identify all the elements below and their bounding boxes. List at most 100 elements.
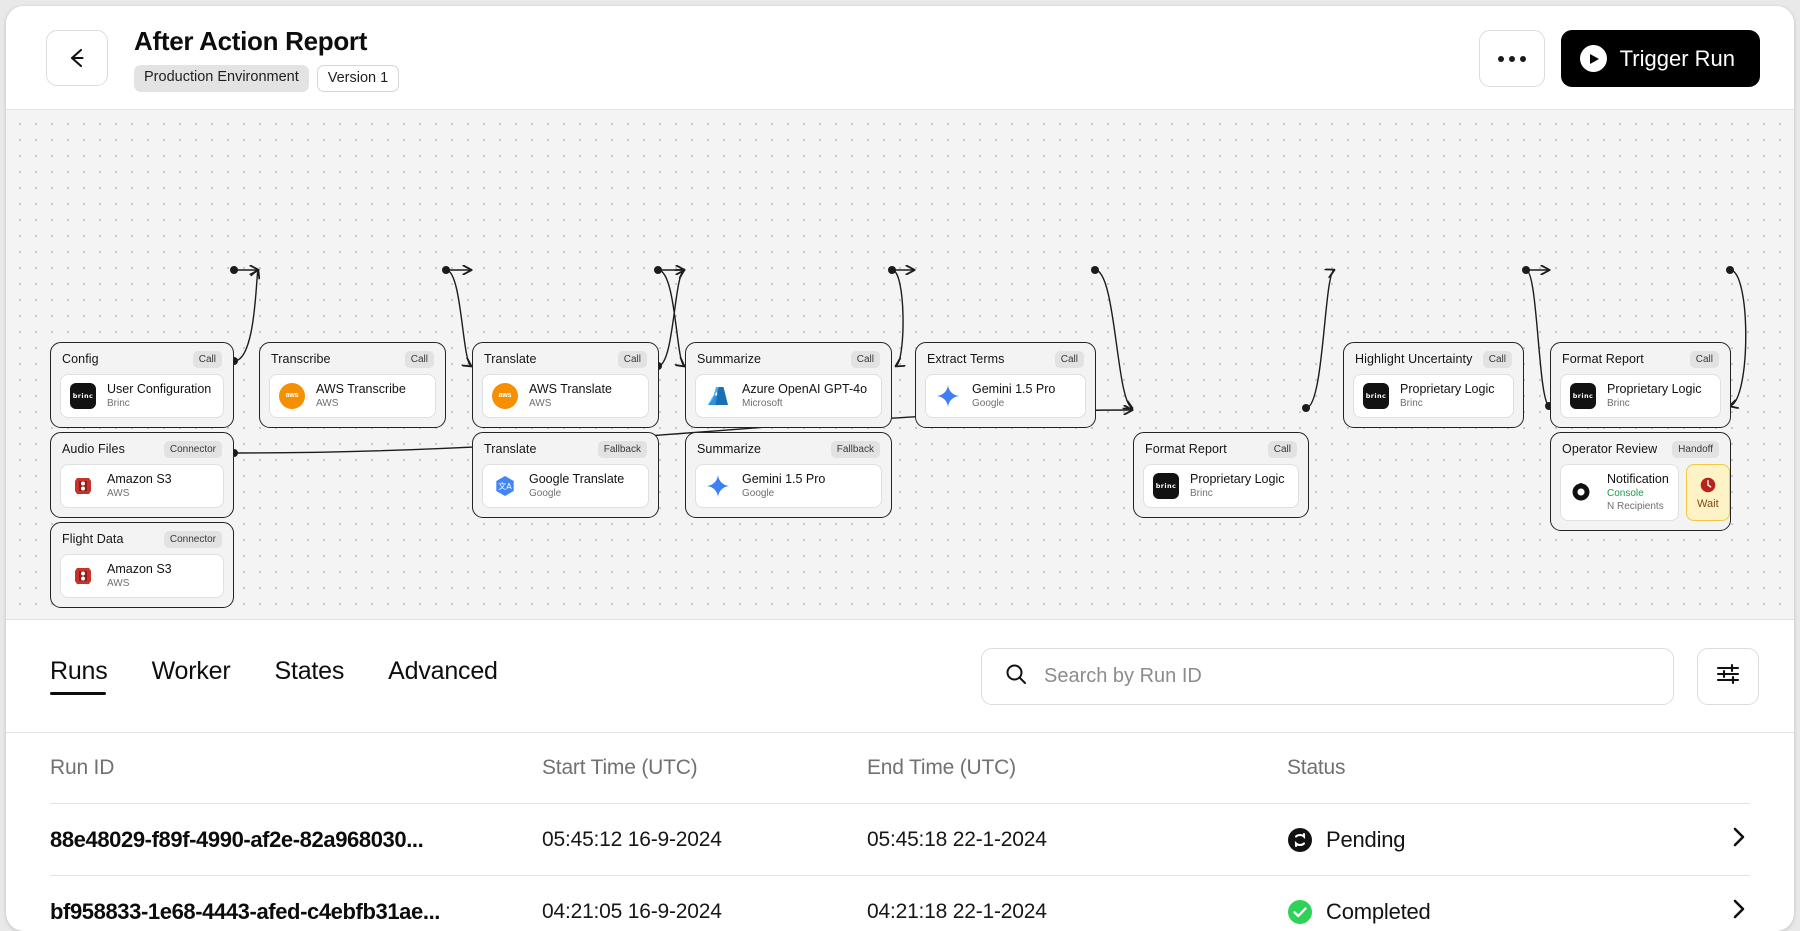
node-extract-terms[interactable]: Extract Terms Call Gemini 1.5 Pro Google <box>915 342 1096 428</box>
filter-button[interactable] <box>1697 648 1759 705</box>
card-subtitle-recipients: N Recipients <box>1607 501 1669 513</box>
node-config[interactable]: Config Call brinc User Configuration Bri… <box>50 342 234 428</box>
node-body: Notification Console N Recipients Wait <box>1560 464 1721 521</box>
node-card[interactable]: Azure OpenAI GPT-4o Microsoft <box>695 374 882 418</box>
node-tag: Fallback <box>598 441 647 458</box>
trigger-run-button[interactable]: Trigger Run <box>1561 30 1760 87</box>
node-tag: Connector <box>164 531 222 548</box>
node-card[interactable]: brinc Proprietary Logic Brinc <box>1560 374 1721 418</box>
node-card[interactable]: brinc User Configuration Brinc <box>60 374 224 418</box>
card-subtitle: Google <box>972 398 1055 410</box>
card-title: Proprietary Logic <box>1190 472 1285 487</box>
node-card-notification[interactable]: Notification Console N Recipients <box>1560 464 1679 521</box>
node-card[interactable]: Amazon S3 AWS <box>60 464 224 508</box>
row-expand-button[interactable] <box>1710 897 1750 926</box>
node-operator-review[interactable]: Operator Review Handoff Notification Con… <box>1550 432 1731 531</box>
node-card[interactable]: brinc Proprietary Logic Brinc <box>1353 374 1514 418</box>
brinc-icon: brinc <box>1153 473 1179 499</box>
dot-icon <box>1498 56 1504 62</box>
table-row[interactable]: bf958833-1e68-4443-afed-c4ebfb31ae... 04… <box>50 875 1750 931</box>
trigger-run-label: Trigger Run <box>1620 46 1735 72</box>
node-header: Transcribe Call <box>269 351 436 368</box>
node-card[interactable]: Gemini 1.5 Pro Google <box>925 374 1086 418</box>
node-header: Highlight Uncertainty Call <box>1353 351 1514 368</box>
node-header: Audio Files Connector <box>60 441 224 458</box>
play-icon <box>1580 45 1607 72</box>
node-card[interactable]: aws AWS Translate AWS <box>482 374 649 418</box>
runs-table: Run ID Start Time (UTC) End Time (UTC) S… <box>6 733 1794 931</box>
node-tag: Call <box>618 351 647 368</box>
row-expand-button[interactable] <box>1710 825 1750 854</box>
dot-icon <box>1509 56 1515 62</box>
chevron-right-icon <box>1726 897 1750 926</box>
cell-status: Completed <box>1287 899 1710 925</box>
node-translate-fallback[interactable]: Translate Fallback 文A Google Translate G… <box>472 432 659 518</box>
card-subtitle: Google <box>529 488 624 500</box>
back-button[interactable] <box>46 30 108 86</box>
search-input[interactable] <box>1044 665 1651 688</box>
card-title: AWS Transcribe <box>316 382 406 397</box>
node-title: Audio Files <box>62 442 125 456</box>
node-tag: Call <box>1055 351 1084 368</box>
node-header: Config Call <box>60 351 224 368</box>
node-card[interactable]: aws AWS Transcribe AWS <box>269 374 436 418</box>
more-options-button[interactable] <box>1479 30 1545 87</box>
node-body: aws AWS Translate AWS <box>482 374 649 418</box>
node-title: Translate <box>484 442 537 456</box>
aws-icon: aws <box>279 383 305 409</box>
node-format-report-mid[interactable]: Format Report Call brinc Proprietary Log… <box>1133 432 1309 518</box>
chevron-right-icon <box>1726 825 1750 854</box>
card-title: Gemini 1.5 Pro <box>742 472 825 487</box>
bell-icon <box>1570 481 1596 503</box>
node-audio-files[interactable]: Audio Files Connector Amazon S3 <box>50 432 234 518</box>
workflow-canvas[interactable]: Config Call brinc User Configuration Bri… <box>6 110 1794 620</box>
brinc-icon: brinc <box>1570 383 1596 409</box>
page-header: After Action Report Production Environme… <box>6 6 1794 110</box>
aws-icon: aws <box>492 383 518 409</box>
node-body: aws AWS Transcribe AWS <box>269 374 436 418</box>
node-format-report-right[interactable]: Format Report Call brinc Proprietary Log… <box>1550 342 1731 428</box>
environment-badge: Production Environment <box>134 65 309 92</box>
wait-label: Wait <box>1697 498 1719 510</box>
node-card-wait[interactable]: Wait <box>1686 464 1730 521</box>
table-row[interactable]: 88e48029-f89f-4990-af2e-82a968030... 05:… <box>50 803 1750 875</box>
node-card[interactable]: 文A Google Translate Google <box>482 464 649 508</box>
node-highlight-uncertainty[interactable]: Highlight Uncertainty Call brinc Proprie… <box>1343 342 1524 428</box>
node-translate-call[interactable]: Translate Call aws AWS Translate AWS <box>472 342 659 428</box>
tab-states[interactable]: States <box>274 657 344 695</box>
node-summarize-call[interactable]: Summarize Call Azure OpenAI GPT-4o Micro… <box>685 342 892 428</box>
node-flight-data[interactable]: Flight Data Connector Amazon S3 <box>50 522 234 608</box>
node-title: Format Report <box>1562 352 1644 366</box>
tab-worker[interactable]: Worker <box>152 657 231 695</box>
header-actions: Trigger Run <box>1479 30 1760 87</box>
node-card[interactable]: brinc Proprietary Logic Brinc <box>1143 464 1299 508</box>
node-tag: Connector <box>164 441 222 458</box>
cell-status: Pending <box>1287 827 1710 853</box>
node-body: Gemini 1.5 Pro Google <box>925 374 1086 418</box>
node-tag: Call <box>851 351 880 368</box>
search-box[interactable] <box>981 648 1674 705</box>
tab-runs[interactable]: Runs <box>50 657 108 695</box>
node-card[interactable]: Gemini 1.5 Pro Google <box>695 464 882 508</box>
node-title: Flight Data <box>62 532 124 546</box>
node-title: Highlight Uncertainty <box>1355 352 1472 366</box>
tab-advanced[interactable]: Advanced <box>388 657 498 695</box>
node-card[interactable]: Amazon S3 AWS <box>60 554 224 598</box>
check-circle-icon <box>1287 899 1313 925</box>
column-header-start-time: Start Time (UTC) <box>542 756 867 780</box>
amazon-s3-icon <box>70 473 96 499</box>
node-header: Operator Review Handoff <box>1560 441 1721 458</box>
node-transcribe[interactable]: Transcribe Call aws AWS Transcribe AWS <box>259 342 446 428</box>
column-header-run-id: Run ID <box>50 756 542 780</box>
node-summarize-fallback[interactable]: Summarize Fallback Gemini 1.5 Pro Google <box>685 432 892 518</box>
status-badge: Completed <box>1326 899 1431 925</box>
dot-icon <box>1520 56 1526 62</box>
cell-end-time: 04:21:18 22-1-2024 <box>867 900 1287 924</box>
page-title: After Action Report <box>134 24 399 58</box>
card-title: Notification <box>1607 472 1669 487</box>
column-header-status: Status <box>1287 756 1710 780</box>
card-title: User Configuration <box>107 382 211 397</box>
cell-start-time: 05:45:12 16-9-2024 <box>542 828 867 852</box>
card-subtitle: Brinc <box>107 398 211 410</box>
node-title: Format Report <box>1145 442 1227 456</box>
